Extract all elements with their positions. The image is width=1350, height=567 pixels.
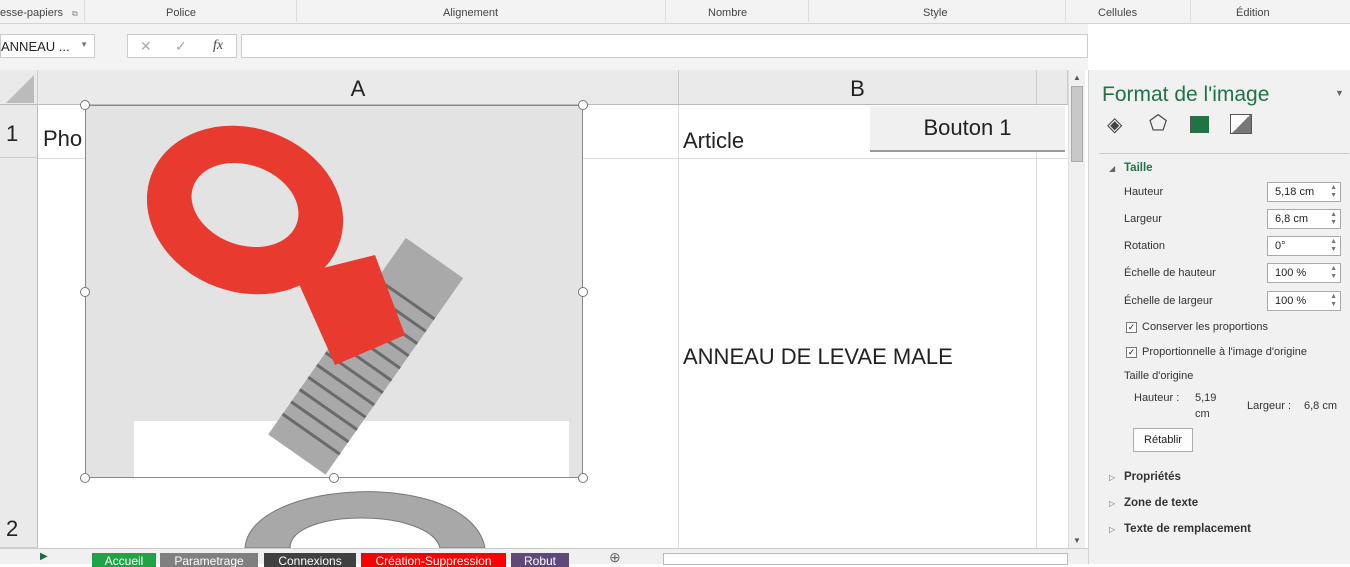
spinner-icon[interactable]: ▲ ▼: [1330, 211, 1337, 227]
hauteur-input[interactable]: 5,18 cm ▲ ▼: [1267, 182, 1341, 202]
label-hauteur: Hauteur: [1124, 186, 1164, 198]
hauteur-value: 5,18 cm: [1275, 186, 1315, 198]
resize-handle[interactable]: [578, 473, 588, 483]
insert-function-icon[interactable]: fx: [213, 38, 223, 54]
effects-icon[interactable]: ⬠: [1149, 111, 1167, 136]
scroll-up-icon[interactable]: ▲: [1073, 73, 1081, 82]
cell-b2[interactable]: ANNEAU DE LEVAE MALE: [683, 344, 953, 370]
section-zone-de-texte[interactable]: Zone de texte: [1124, 497, 1198, 509]
formula-buttons: ✕ ✓ fx: [127, 34, 237, 58]
largeur-input[interactable]: 6,8 cm ▲ ▼: [1267, 209, 1341, 229]
chevron-down-icon[interactable]: ▼: [80, 40, 88, 49]
resize-handle[interactable]: [329, 473, 339, 483]
group-editing: Édition: [1236, 7, 1270, 19]
group-number: Nombre: [708, 7, 748, 19]
scroll-down-icon[interactable]: ▼: [1073, 536, 1081, 545]
rotation-value: 0°: [1275, 240, 1286, 252]
orig-hauteur-unit: cm: [1195, 408, 1210, 420]
formula-input[interactable]: [241, 34, 1088, 58]
checkbox-conserver-proportions[interactable]: ✓: [1126, 322, 1137, 333]
section-taille[interactable]: Taille: [1124, 162, 1153, 174]
group-cells: Cellules: [1098, 7, 1138, 19]
row-header-1[interactable]: 1: [0, 105, 38, 158]
ribbon-group-labels: esse-papiers ⧉ Police Alignement Nombre …: [0, 0, 1350, 24]
resize-handle[interactable]: [80, 473, 90, 483]
image-selection-frame: [85, 105, 583, 478]
resize-handle[interactable]: [578, 287, 588, 297]
largeur-value: 6,8 cm: [1275, 213, 1309, 225]
dialog-launcher-icon[interactable]: ⧉: [72, 9, 78, 19]
orig-hauteur-value: 5,19: [1195, 392, 1217, 404]
label-echelle-largeur: Échelle de largeur: [1124, 295, 1213, 307]
resize-handle[interactable]: [80, 100, 90, 110]
echelle-hauteur-value: 100 %: [1275, 267, 1307, 279]
sheet-tabs-bar: ▶ Accueil Parametrage Connexions Créatio…: [0, 548, 1088, 567]
label-echelle-hauteur: Échelle de hauteur: [1124, 267, 1216, 279]
horizontal-scrollbar[interactable]: [663, 553, 1068, 565]
name-box-value: ANNEAU ...: [1, 39, 70, 54]
spinner-icon[interactable]: ▲ ▼: [1330, 184, 1337, 200]
sheet-tab-accueil[interactable]: Accueil: [92, 553, 156, 567]
vertical-scrollbar[interactable]: ▲ ▼: [1068, 70, 1085, 548]
retablir-button[interactable]: Rétablir: [1133, 428, 1193, 452]
spinner-icon[interactable]: ▲ ▼: [1330, 293, 1337, 309]
column-header-b[interactable]: B: [679, 70, 1037, 105]
size-properties-icon[interactable]: [1190, 116, 1209, 133]
sheet-tab-creation-suppression[interactable]: Création-Suppression: [361, 553, 506, 567]
sheet-tab-parametrage[interactable]: Parametrage: [160, 553, 258, 567]
resize-handle[interactable]: [578, 100, 588, 110]
echelle-largeur-input[interactable]: 100 % ▲ ▼: [1267, 291, 1341, 311]
format-picture-pane: Format de l'image ▼ ◈ ⬠ ◢ Taille Hauteur…: [1088, 70, 1350, 564]
orig-largeur-value: 6,8 cm: [1304, 400, 1338, 412]
echelle-largeur-value: 100 %: [1275, 295, 1307, 307]
row-header-2[interactable]: 2: [0, 158, 38, 548]
sheet-tab-connexions[interactable]: Connexions: [264, 553, 356, 567]
group-alignment: Alignement: [443, 7, 499, 19]
group-clipboard: esse-papiers: [0, 7, 63, 19]
cell-b1[interactable]: Article: [683, 128, 744, 154]
name-box[interactable]: ANNEAU ... ▼: [0, 34, 95, 58]
label-rotation: Rotation: [1124, 240, 1165, 252]
group-font: Police: [166, 7, 196, 19]
worksheet-grid[interactable]: A B 1 2 Pho Article ANNEAU DE LEVAE MALE…: [0, 70, 1068, 548]
section-texte-remplacement[interactable]: Texte de remplacement: [1124, 523, 1251, 535]
picture-icon[interactable]: [1230, 114, 1252, 134]
spinner-icon[interactable]: ▲ ▼: [1330, 238, 1337, 254]
label-proportionnelle: Proportionnelle à l'image d'origine: [1142, 346, 1308, 358]
label-orig-largeur: Largeur :: [1247, 400, 1292, 412]
enter-icon[interactable]: ✓: [175, 38, 187, 55]
next-sheet-icon[interactable]: ▶: [40, 551, 48, 562]
label-orig-hauteur: Hauteur :: [1134, 392, 1180, 404]
label-largeur: Largeur: [1124, 213, 1162, 225]
rotation-input[interactable]: 0° ▲ ▼: [1267, 236, 1341, 256]
cell-a1[interactable]: Pho: [43, 126, 82, 152]
group-style: Style: [923, 7, 948, 19]
select-all-corner[interactable]: [0, 70, 38, 105]
label-conserver-proportions: Conserver les proportions: [1142, 321, 1268, 333]
checkbox-proportionnelle[interactable]: ✓: [1126, 347, 1137, 358]
cancel-icon[interactable]: ✕: [140, 38, 152, 55]
resize-handle[interactable]: [80, 287, 90, 297]
pane-options-icon[interactable]: ▼: [1335, 88, 1344, 98]
add-sheet-icon[interactable]: ⊕: [609, 549, 621, 566]
column-header-c[interactable]: [1037, 70, 1068, 105]
scrollbar-thumb[interactable]: [1071, 86, 1083, 162]
sheet-tab-robut[interactable]: Robut: [511, 553, 569, 567]
fill-line-icon[interactable]: ◈: [1107, 112, 1122, 137]
echelle-hauteur-input[interactable]: 100 % ▲ ▼: [1267, 263, 1341, 283]
label-taille-origine: Taille d'origine: [1124, 370, 1194, 382]
section-proprietes[interactable]: Propriétés: [1124, 471, 1181, 483]
pane-title: Format de l'image: [1102, 83, 1270, 106]
form-button-bouton-1[interactable]: Bouton 1: [870, 106, 1065, 152]
spinner-icon[interactable]: ▲ ▼: [1330, 265, 1337, 281]
